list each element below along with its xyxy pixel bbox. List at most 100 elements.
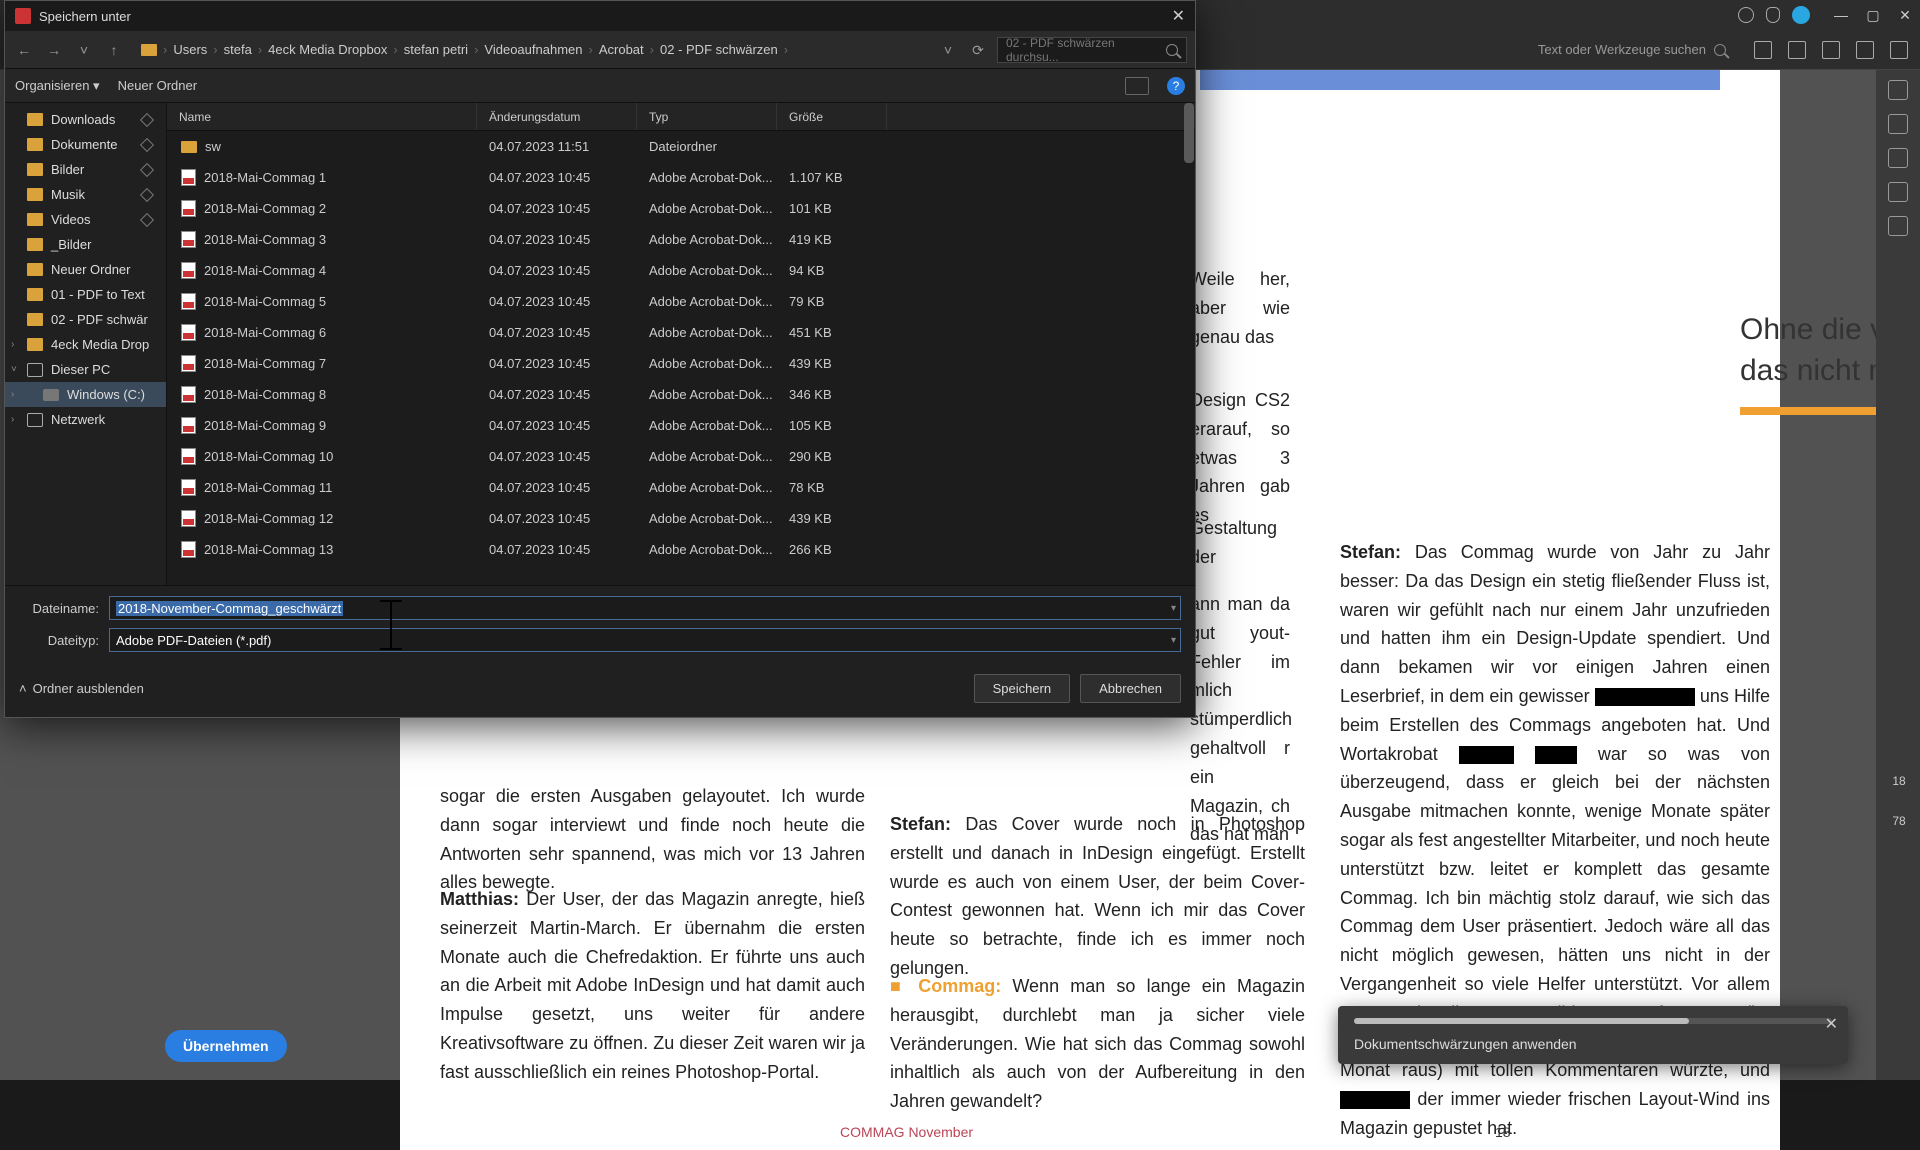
save-icon[interactable]	[1754, 41, 1772, 59]
pin-icon	[140, 137, 154, 151]
print-icon[interactable]	[1822, 41, 1840, 59]
pdf-file-icon	[181, 386, 196, 403]
breadcrumb-dropdown-icon[interactable]: ˅	[937, 39, 959, 61]
file-row[interactable]: 2018-Mai-Commag 804.07.2023 10:45Adobe A…	[167, 379, 1195, 410]
view-options-icon[interactable]	[1125, 77, 1149, 95]
file-row[interactable]: 2018-Mai-Commag 1104.07.2023 10:45Adobe …	[167, 472, 1195, 503]
body-text: Gestaltung der	[1190, 514, 1290, 572]
maximize-button[interactable]: ▢	[1866, 8, 1880, 22]
net-icon	[27, 413, 43, 427]
tree-item[interactable]: ›4eck Media Drop	[5, 332, 166, 357]
dialog-close-icon[interactable]: ✕	[1172, 6, 1185, 26]
minimize-button[interactable]: —	[1834, 8, 1848, 22]
rail-tool-4[interactable]	[1888, 182, 1908, 202]
tree-item[interactable]: 01 - PDF to Text	[5, 282, 166, 307]
right-tools-rail	[1876, 70, 1920, 1080]
folder-tree[interactable]: DownloadsDokumenteBilderMusikVideos_Bild…	[5, 103, 167, 585]
toast-message: Dokumentschwärzungen anwenden	[1354, 1036, 1832, 1052]
tree-item[interactable]: Videos	[5, 207, 166, 232]
share-icon[interactable]	[1788, 41, 1806, 59]
tree-item[interactable]: Bilder	[5, 157, 166, 182]
file-row[interactable]: 2018-Mai-Commag 304.07.2023 10:45Adobe A…	[167, 224, 1195, 255]
save-as-dialog: Speichern unter ✕ ← → ˅ ↑ ›Users ›stefa …	[4, 0, 1196, 718]
filename-input[interactable]: 2018-November-Commag_geschwärzt ▾	[109, 596, 1181, 620]
account-avatar[interactable]	[1792, 6, 1810, 24]
cancel-button[interactable]: Abbrechen	[1080, 674, 1181, 703]
folder-icon	[141, 44, 157, 56]
tree-item[interactable]: ˅Dieser PC	[5, 357, 166, 382]
pdf-file-icon	[181, 231, 196, 248]
file-row[interactable]: 2018-Mai-Commag 1304.07.2023 10:45Adobe …	[167, 534, 1195, 565]
folder-icon	[27, 288, 43, 301]
pin-icon	[140, 112, 154, 126]
file-row[interactable]: sw04.07.2023 11:51Dateiordner	[167, 131, 1195, 162]
folder-icon	[181, 141, 197, 153]
body-text: Matthias: Der User, der das Magazin anre…	[440, 885, 865, 1087]
pdf-file-icon	[181, 541, 196, 558]
tree-item[interactable]: Neuer Ordner	[5, 257, 166, 282]
filetype-label: Dateityp:	[19, 633, 99, 648]
tree-item[interactable]: 02 - PDF schwär	[5, 307, 166, 332]
organize-menu[interactable]: Organisieren ▾	[15, 78, 100, 94]
help-icon[interactable]	[1738, 7, 1754, 23]
tree-item[interactable]: Dokumente	[5, 132, 166, 157]
notifications-icon[interactable]	[1766, 7, 1780, 23]
file-row[interactable]: 2018-Mai-Commag 1204.07.2023 10:45Adobe …	[167, 503, 1195, 534]
search-icon	[1714, 44, 1726, 56]
link-icon[interactable]	[1890, 41, 1908, 59]
file-row[interactable]: 2018-Mai-Commag 104.07.2023 10:45Adobe A…	[167, 162, 1195, 193]
nav-up-icon[interactable]: ↑	[103, 39, 125, 61]
file-row[interactable]: 2018-Mai-Commag 404.07.2023 10:45Adobe A…	[167, 255, 1195, 286]
body-text: Stefan: Das Cover wurde noch in Photosho…	[890, 810, 1305, 983]
breadcrumb[interactable]: ›Users ›stefa ›4eck Media Dropbox ›stefa…	[133, 42, 929, 57]
tree-item[interactable]: Downloads	[5, 107, 166, 132]
body-text: Weile her, aber wie genau das	[1190, 265, 1290, 351]
pdf-file-icon	[181, 262, 196, 279]
help-icon[interactable]: ?	[1167, 77, 1185, 95]
pdf-file-icon	[181, 293, 196, 310]
apply-redactions-button[interactable]: Übernehmen	[165, 1030, 287, 1062]
tree-item[interactable]: ›Netzwerk	[5, 407, 166, 432]
page-footer-title: COMMAG November	[840, 1124, 973, 1140]
rail-tool-3[interactable]	[1888, 148, 1908, 168]
dropbox-icon	[27, 338, 43, 351]
save-button[interactable]: Speichern	[974, 674, 1071, 703]
file-row[interactable]: 2018-Mai-Commag 204.07.2023 10:45Adobe A…	[167, 193, 1195, 224]
folder-icon	[27, 113, 43, 126]
filetype-select[interactable]: Adobe PDF-Dateien (*.pdf) ▾	[109, 628, 1181, 652]
file-row[interactable]: 2018-Mai-Commag 904.07.2023 10:45Adobe A…	[167, 410, 1195, 441]
folder-search-input[interactable]: 02 - PDF schwärzen durchsu...	[997, 37, 1187, 63]
tree-item[interactable]: _Bilder	[5, 232, 166, 257]
tools-search[interactable]: Text oder Werkzeuge suchen	[1538, 42, 1726, 57]
nav-forward-icon[interactable]: →	[43, 39, 65, 61]
rail-tool-1[interactable]	[1888, 80, 1908, 100]
folder-icon	[27, 163, 43, 176]
close-button[interactable]: ✕	[1898, 8, 1912, 22]
protect-icon[interactable]	[1856, 41, 1874, 59]
file-row[interactable]: 2018-Mai-Commag 1004.07.2023 10:45Adobe …	[167, 441, 1195, 472]
refresh-icon[interactable]: ⟳	[967, 39, 989, 61]
rail-tool-2[interactable]	[1888, 114, 1908, 134]
scrollbar-thumb[interactable]	[1184, 103, 1194, 163]
nav-recent-icon[interactable]: ˅	[73, 39, 95, 61]
filename-label: Dateiname:	[19, 601, 99, 616]
header-strip	[1200, 70, 1720, 90]
file-row[interactable]: 2018-Mai-Commag 704.07.2023 10:45Adobe A…	[167, 348, 1195, 379]
file-row[interactable]: 2018-Mai-Commag 504.07.2023 10:45Adobe A…	[167, 286, 1195, 317]
tree-item[interactable]: ›Windows (C:)	[5, 382, 166, 407]
page-footer-number: 18	[1495, 1124, 1511, 1140]
tree-item[interactable]: Musik	[5, 182, 166, 207]
nav-back-icon[interactable]: ←	[13, 39, 35, 61]
folder-icon	[27, 238, 43, 251]
pdf-icon	[15, 8, 31, 24]
hide-folders-toggle[interactable]: ˄Ordner ausblenden	[19, 681, 144, 696]
pin-icon	[140, 162, 154, 176]
rail-tool-5[interactable]	[1888, 216, 1908, 236]
toast-close-icon[interactable]: ✕	[1825, 1014, 1838, 1034]
pin-icon	[140, 212, 154, 226]
pdf-file-icon	[181, 169, 196, 186]
page-indicator[interactable]: 18	[1882, 770, 1916, 792]
column-headers[interactable]: Name Änderungsdatum Typ Größe	[167, 103, 1195, 131]
file-row[interactable]: 2018-Mai-Commag 604.07.2023 10:45Adobe A…	[167, 317, 1195, 348]
new-folder-button[interactable]: Neuer Ordner	[118, 78, 197, 93]
